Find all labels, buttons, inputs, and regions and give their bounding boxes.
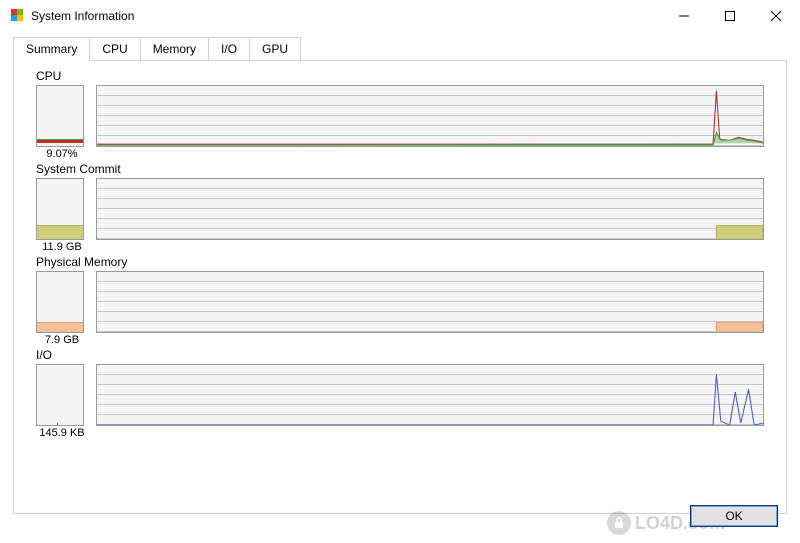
io-value: 145.9 KB <box>36 427 88 439</box>
close-button[interactable] <box>753 1 799 31</box>
physmem-value: 7.9 GB <box>36 334 88 346</box>
window-controls <box>661 1 799 31</box>
commit-graph[interactable] <box>96 178 764 240</box>
titlebar: System Information <box>1 1 799 31</box>
content-area: Summary CPU Memory I/O GPU CPU 9.07% <box>1 31 799 514</box>
physmem-title: Physical Memory <box>36 255 778 269</box>
window: System Information Summary CPU Memory I/… <box>0 0 800 543</box>
physmem-gauge <box>36 271 84 333</box>
commit-value: 11.9 GB <box>36 241 88 253</box>
io-graph[interactable] <box>96 364 764 426</box>
window-title: System Information <box>31 9 661 23</box>
summary-panel: CPU 9.07% <box>13 60 787 514</box>
cpu-title: CPU <box>36 69 778 83</box>
ok-button[interactable]: OK <box>690 505 778 527</box>
cpu-gauge <box>36 85 84 147</box>
cpu-section: CPU 9.07% <box>22 69 778 160</box>
cpu-graph[interactable] <box>96 85 764 147</box>
commit-gauge <box>36 178 84 240</box>
io-gauge <box>36 364 84 426</box>
io-title: I/O <box>36 348 778 362</box>
tab-cpu[interactable]: CPU <box>89 37 140 60</box>
app-icon <box>9 8 25 24</box>
commit-title: System Commit <box>36 162 778 176</box>
tab-memory[interactable]: Memory <box>140 37 209 60</box>
cpu-value: 9.07% <box>36 148 88 160</box>
maximize-button[interactable] <box>707 1 753 31</box>
lock-icon <box>607 511 631 535</box>
physmem-section: Physical Memory 7.9 GB <box>22 255 778 346</box>
io-section: I/O 145.9 KB <box>22 348 778 439</box>
tab-bar: Summary CPU Memory I/O GPU <box>13 37 787 61</box>
commit-section: System Commit 11.9 GB <box>22 162 778 253</box>
tab-gpu[interactable]: GPU <box>249 37 301 60</box>
minimize-button[interactable] <box>661 1 707 31</box>
physmem-graph[interactable] <box>96 271 764 333</box>
tab-summary[interactable]: Summary <box>13 37 90 61</box>
tab-io[interactable]: I/O <box>208 37 250 60</box>
